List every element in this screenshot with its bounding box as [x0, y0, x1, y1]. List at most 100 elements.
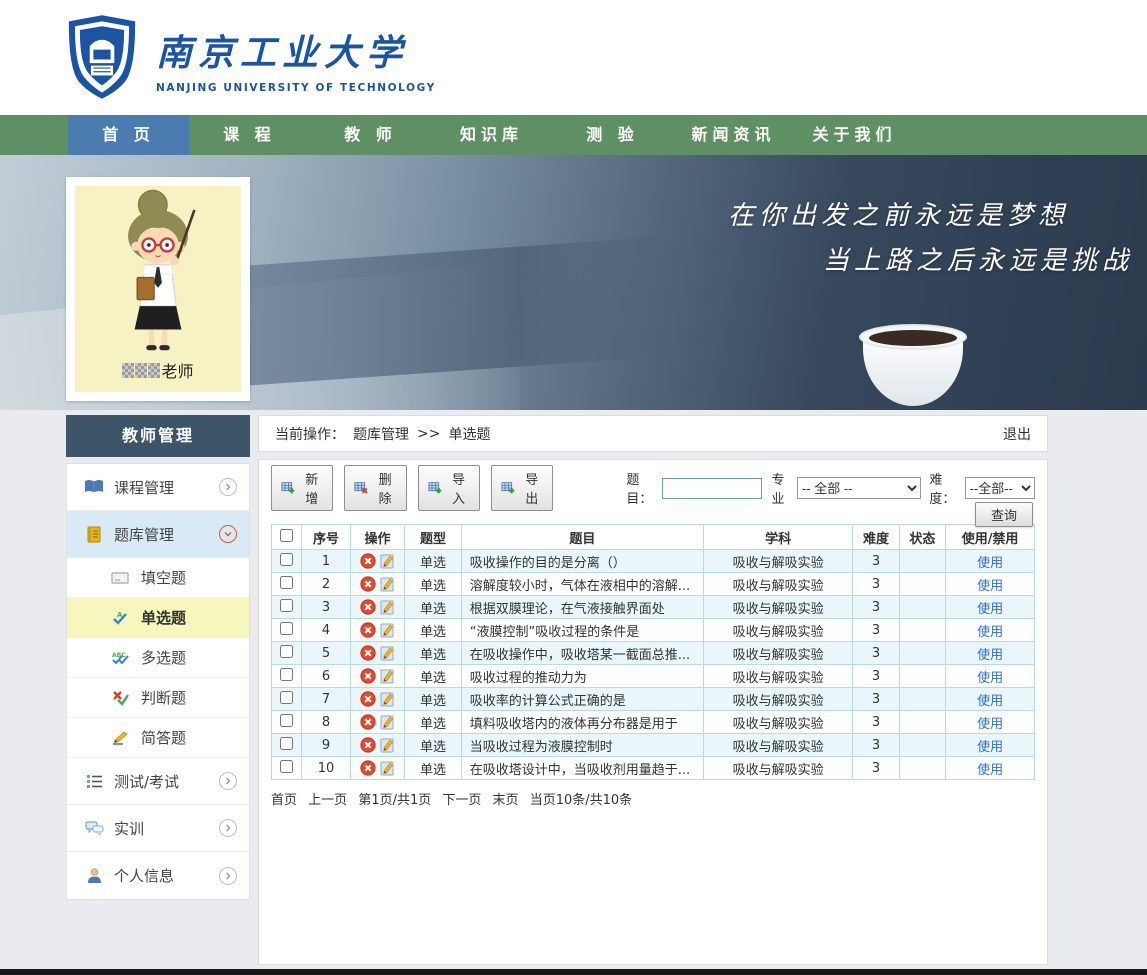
delete-row-icon[interactable]: [360, 645, 376, 661]
row-status: [899, 619, 945, 642]
footer-bar: [0, 969, 1147, 975]
row-title: 根据双膜理论，在气液接触界面处: [461, 596, 703, 619]
edit-row-icon[interactable]: [379, 737, 395, 753]
notebook-icon: [82, 526, 106, 543]
search-button[interactable]: 查询: [975, 502, 1033, 527]
nav-item-home[interactable]: 首 页: [68, 115, 189, 155]
chevron-right-icon: [219, 819, 237, 837]
row-subject: 吸收与解吸实验: [703, 573, 852, 596]
delete-row-icon[interactable]: [360, 691, 376, 707]
teacher-avatar-card: 老师: [66, 177, 250, 401]
sidebar-item-true-false[interactable]: 判断题: [67, 678, 249, 718]
row-checkbox[interactable]: [280, 645, 293, 658]
edit-row-icon[interactable]: [379, 645, 395, 661]
table-row: 6 单选 吸收过程的推动力为 吸收与解吸实验 3 使用: [272, 665, 1035, 688]
usage-link[interactable]: 使用: [977, 671, 1003, 686]
sidebar-item-question-bank[interactable]: 题库管理: [67, 511, 249, 558]
university-logo[interactable]: 南京工业大学 NANJING UNIVERSITY OF TECHNOLOGY: [64, 14, 436, 104]
row-checkbox[interactable]: [280, 622, 293, 635]
delete-row-icon[interactable]: [360, 668, 376, 684]
pagination-first[interactable]: 首页: [271, 793, 297, 808]
table-row: 9 单选 当吸收过程为液膜控制时 吸收与解吸实验 3 使用: [272, 734, 1035, 757]
university-name-en: NANJING UNIVERSITY OF TECHNOLOGY: [156, 82, 436, 94]
row-checkbox[interactable]: [280, 599, 293, 612]
sidebar-item-course-management[interactable]: 课程管理: [67, 464, 249, 511]
row-select-cell: [272, 642, 302, 665]
usage-link[interactable]: 使用: [977, 556, 1003, 571]
row-title: 在吸收塔设计中，当吸收剂用量趋于...: [461, 757, 703, 780]
question-filter-input[interactable]: [662, 478, 762, 499]
row-subject: 吸收与解吸实验: [703, 734, 852, 757]
row-checkbox[interactable]: [280, 553, 293, 566]
row-usage-cell: 使用: [946, 550, 1035, 573]
row-usage-cell: 使用: [946, 573, 1035, 596]
edit-row-icon[interactable]: [379, 714, 395, 730]
major-filter-select[interactable]: -- 全部 --: [797, 477, 921, 499]
sidebar-item-short-answer[interactable]: 简答题: [67, 718, 249, 758]
sidebar-item-practical-training[interactable]: 实训: [67, 805, 249, 852]
edit-row-icon[interactable]: [379, 691, 395, 707]
single-choice-icon: A: [109, 610, 131, 626]
sidebar-item-personal-info[interactable]: 个人信息: [67, 852, 249, 899]
delete-row-icon[interactable]: [360, 714, 376, 730]
sidebar-item-single-choice[interactable]: A 单选题: [67, 598, 249, 638]
sidebar-item-label: 判断题: [141, 687, 186, 708]
edit-row-icon[interactable]: [379, 668, 395, 684]
nav-item-teachers[interactable]: 教 师: [310, 115, 431, 155]
edit-row-icon[interactable]: [379, 599, 395, 615]
delete-row-icon[interactable]: [360, 553, 376, 569]
row-select-cell: [272, 711, 302, 734]
row-checkbox[interactable]: [280, 691, 293, 704]
nav-item-news[interactable]: 新闻资讯: [673, 115, 794, 155]
row-title: 在吸收操作中，吸收塔某一截面总推...: [461, 642, 703, 665]
breadcrumb-separator: >>: [417, 426, 440, 442]
row-number: 7: [302, 688, 350, 711]
pagination-last[interactable]: 末页: [493, 793, 519, 808]
delete-row-icon[interactable]: [360, 737, 376, 753]
row-type: 单选: [405, 596, 462, 619]
nav-item-about[interactable]: 关于我们: [794, 115, 915, 155]
row-checkbox[interactable]: [280, 760, 293, 773]
table-row: 4 单选 “液膜控制”吸收过程的条件是 吸收与解吸实验 3 使用: [272, 619, 1035, 642]
edit-row-icon[interactable]: [379, 553, 395, 569]
usage-link[interactable]: 使用: [977, 694, 1003, 709]
edit-row-icon[interactable]: [379, 622, 395, 638]
row-type: 单选: [405, 757, 462, 780]
delete-row-icon[interactable]: [360, 622, 376, 638]
sidebar-item-fill-blank[interactable]: 填空题: [67, 558, 249, 598]
delete-row-icon[interactable]: [360, 760, 376, 776]
row-checkbox[interactable]: [280, 576, 293, 589]
logout-link[interactable]: 退出: [1003, 424, 1031, 444]
nav-item-knowledge-base[interactable]: 知识库: [431, 115, 552, 155]
edit-row-icon[interactable]: [379, 576, 395, 592]
sidebar-item-multi-choice[interactable]: ABC 多选题: [67, 638, 249, 678]
usage-link[interactable]: 使用: [977, 740, 1003, 755]
select-all-checkbox[interactable]: [280, 529, 293, 542]
usage-link[interactable]: 使用: [977, 602, 1003, 617]
delete-row-icon[interactable]: [360, 599, 376, 615]
usage-link[interactable]: 使用: [977, 579, 1003, 594]
nav-item-courses[interactable]: 课 程: [189, 115, 310, 155]
row-checkbox[interactable]: [280, 668, 293, 681]
delete-row-icon[interactable]: [360, 576, 376, 592]
row-checkbox[interactable]: [280, 714, 293, 727]
row-type: 单选: [405, 711, 462, 734]
usage-link[interactable]: 使用: [977, 717, 1003, 732]
row-checkbox[interactable]: [280, 737, 293, 750]
row-difficulty: 3: [853, 642, 899, 665]
usage-link[interactable]: 使用: [977, 763, 1003, 778]
sidebar-item-label: 实训: [114, 818, 144, 839]
pagination-prev[interactable]: 上一页: [308, 793, 347, 808]
difficulty-filter-select[interactable]: --全部--: [965, 477, 1035, 499]
sidebar-item-label: 测试/考试: [114, 771, 179, 792]
sidebar: 教师管理 课程管理 题库管理: [66, 415, 250, 900]
university-name-zh: 南京工业大学: [156, 24, 436, 76]
nav-item-tests[interactable]: 测 验: [552, 115, 673, 155]
sidebar-item-tests-exams[interactable]: 测试/考试: [67, 758, 249, 805]
edit-row-icon[interactable]: [379, 760, 395, 776]
usage-link[interactable]: 使用: [977, 648, 1003, 663]
row-usage-cell: 使用: [946, 711, 1035, 734]
usage-link[interactable]: 使用: [977, 625, 1003, 640]
row-status: [899, 688, 945, 711]
pagination-next[interactable]: 下一页: [442, 793, 481, 808]
